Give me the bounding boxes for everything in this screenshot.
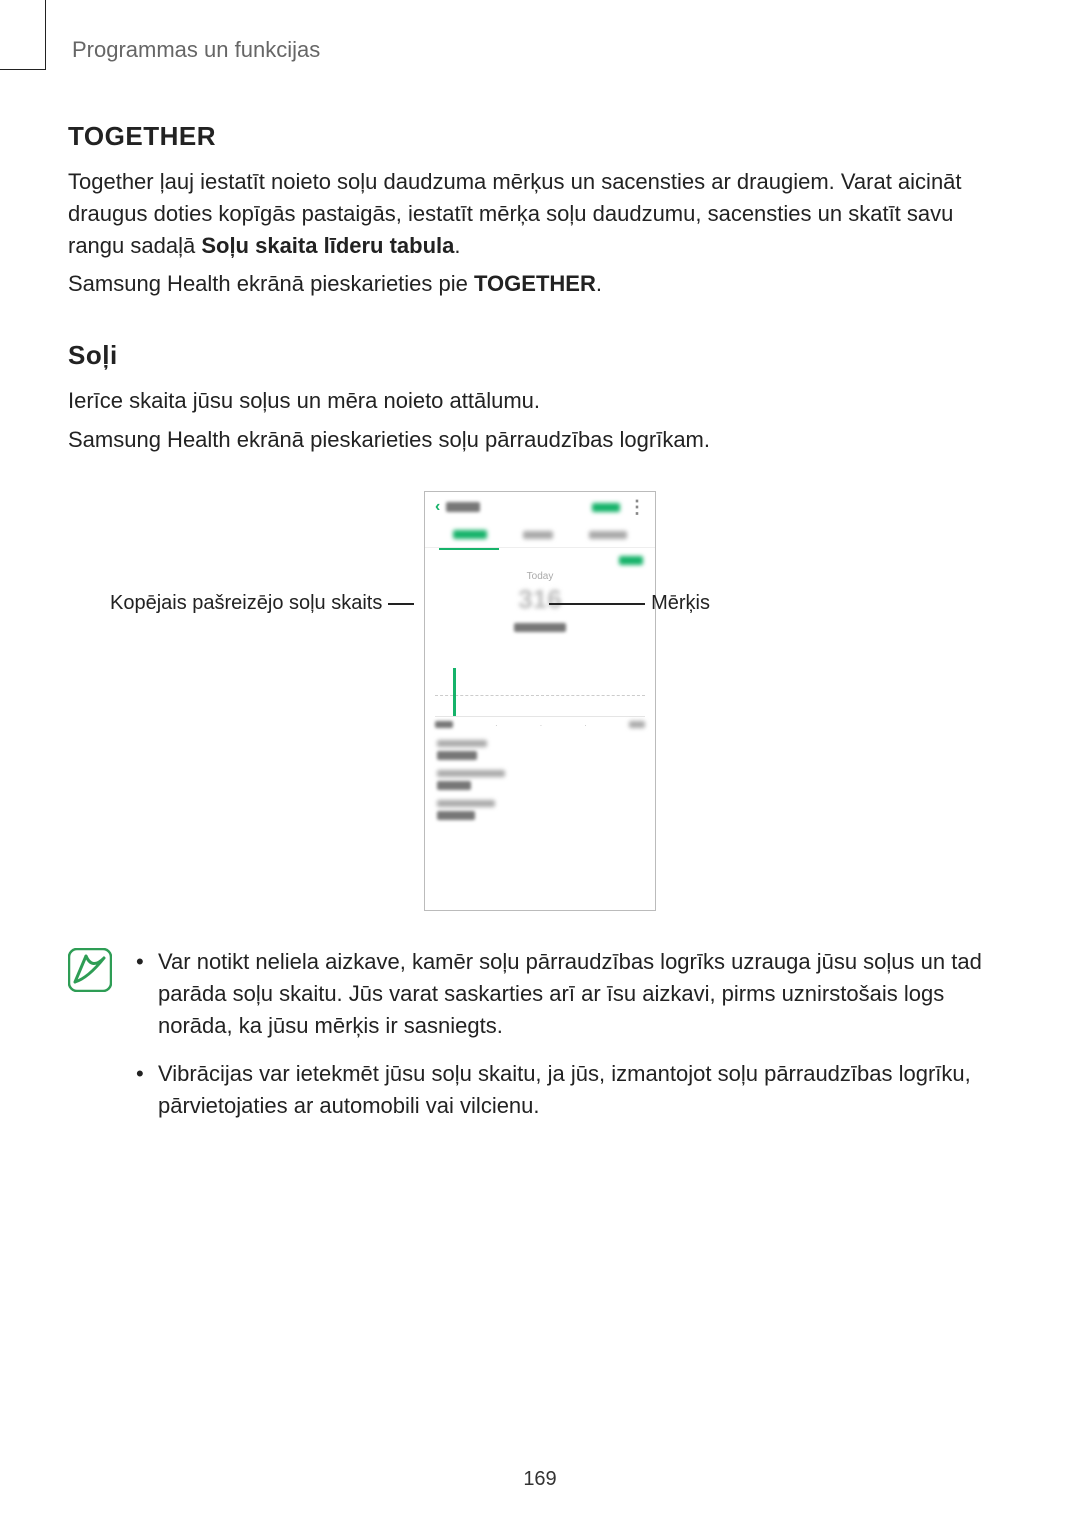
- appbar-action-blur: [592, 503, 620, 512]
- target-row: [425, 548, 655, 565]
- chart-label-2: ·: [495, 721, 498, 730]
- callout-right-label: Mērķis: [651, 592, 710, 615]
- metric-3: [425, 790, 655, 820]
- phone-appbar: ‹ ⋮: [425, 492, 655, 522]
- page-number: 169: [0, 1468, 1080, 1491]
- chart-bar: [453, 668, 456, 716]
- note-item-2: Vibrācijas var ietekmēt jūsu soļu skaitu…: [130, 1058, 1012, 1122]
- tab-underline: [439, 548, 499, 550]
- steps-para2: Samsung Health ekrānā pieskarieties soļu…: [68, 424, 1012, 456]
- note-item-1: Var notikt neliela aizkave, kamēr soļu p…: [130, 946, 1012, 1042]
- metric-1: [425, 730, 655, 760]
- today-label: Today: [425, 571, 655, 582]
- together-paragraph: Together ļauj iestatīt noieto soļu daudz…: [68, 166, 1012, 262]
- appbar-title-blur: [446, 502, 480, 512]
- chart-label-1: [435, 721, 453, 730]
- tab-active-blur: [453, 530, 487, 539]
- metric-3-label: [437, 800, 495, 807]
- chart-x-labels: · · ·: [425, 717, 655, 730]
- callout-left-line: [388, 603, 414, 605]
- document-page: Programmas un funkcijas TOGETHER Togethe…: [0, 0, 1080, 1527]
- daily-steps-blur: [514, 623, 566, 632]
- callout-left-wrap: Kopējais pašreizējo soļu skaits: [110, 592, 414, 615]
- phone-mock: ‹ ⋮: [424, 491, 656, 911]
- metric-2-value: [437, 781, 471, 790]
- target-value-blur: [619, 556, 643, 565]
- chart-label-5: [629, 721, 645, 730]
- together-instruction: Samsung Health ekrānā pieskarieties pie …: [68, 268, 1012, 300]
- chart-label-4: ·: [584, 721, 587, 730]
- back-chevron-icon: ‹: [435, 498, 440, 516]
- together-instr-suffix: .: [596, 271, 602, 296]
- together-heading: TOGETHER: [68, 121, 1012, 152]
- steps-para1: Ierīce skaita jūsu soļus un mēra noieto …: [68, 385, 1012, 417]
- callout-right-line: [549, 603, 645, 605]
- together-para-suffix: .: [454, 233, 460, 258]
- section-together: TOGETHER Together ļauj iestatīt noieto s…: [68, 121, 1012, 300]
- note-icon: [68, 948, 112, 992]
- metric-1-label: [437, 740, 487, 747]
- metric-1-value: [437, 751, 477, 760]
- header-corner-mark: [0, 0, 46, 70]
- chapter-header: Programmas un funkcijas: [72, 36, 1012, 61]
- figure-row: Kopējais pašreizējo soļu skaits ‹ ⋮: [68, 486, 1012, 916]
- note-list: Var notikt neliela aizkave, kamēr soļu p…: [130, 946, 1012, 1137]
- callout-left-label: Kopējais pašreizējo soļu skaits: [110, 592, 382, 615]
- section-steps: Soļi Ierīce skaita jūsu soļus un mēra no…: [68, 340, 1012, 1138]
- more-icon: ⋮: [628, 497, 645, 518]
- together-instr-prefix: Samsung Health ekrānā pieskarieties pie: [68, 271, 474, 296]
- chart-label-3: ·: [540, 721, 543, 730]
- metric-2: [425, 760, 655, 790]
- metric-3-value: [437, 811, 475, 820]
- step-chart: [435, 655, 645, 717]
- tab-blur-2: [523, 531, 553, 539]
- together-instr-bold: TOGETHER: [474, 271, 596, 296]
- chart-dashed-line: [435, 695, 645, 696]
- steps-heading: Soļi: [68, 340, 1012, 371]
- metric-2-label: [437, 770, 505, 777]
- callout-right-wrap: Mērķis: [549, 592, 710, 615]
- together-para-bold: Soļu skaita līderu tabula: [201, 233, 454, 258]
- phone-tabs: [425, 522, 655, 548]
- daily-steps-wrap: [425, 619, 655, 637]
- tab-blur-3: [589, 531, 627, 539]
- page-content: TOGETHER Together ļauj iestatīt noieto s…: [68, 121, 1012, 1138]
- note-row: Var notikt neliela aizkave, kamēr soļu p…: [68, 946, 1012, 1137]
